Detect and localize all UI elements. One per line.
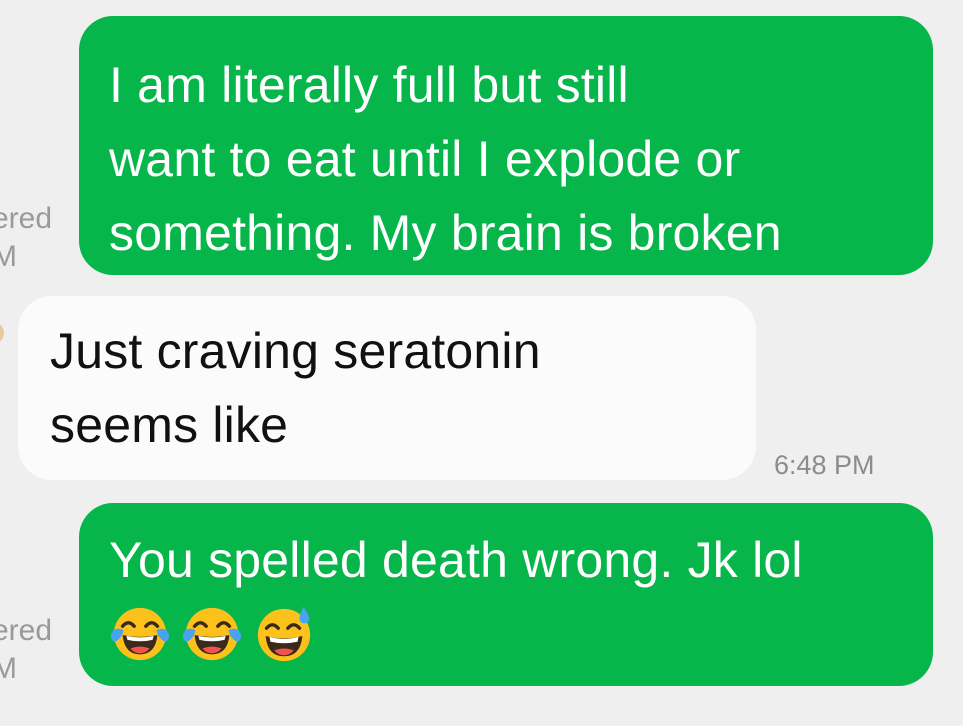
delivery-status-line1: ered: [0, 202, 53, 235]
delivery-status-line2: M: [0, 240, 17, 273]
sent-message-bubble[interactable]: You spelled death wrong. Jk lol: [79, 503, 933, 686]
message-text-line: something. My brain is broken: [109, 205, 782, 261]
delivery-status-line1: ered: [0, 614, 53, 647]
delivery-status: ered M: [0, 612, 60, 688]
face-with-tears-of-joy-emoji-icon: [110, 607, 170, 661]
emoji-row: [109, 597, 903, 671]
delivery-status-line2: M: [0, 652, 17, 685]
message-text-line: You spelled death wrong. Jk lol: [109, 532, 803, 588]
contact-avatar[interactable]: [0, 322, 4, 344]
grinning-face-with-sweat-emoji-icon: [257, 606, 311, 662]
message-text-line: seems like: [50, 397, 289, 453]
delivery-status: ered M: [0, 200, 60, 276]
sent-message-bubble[interactable]: I am literally full but still want to ea…: [79, 16, 933, 275]
message-text-line: want to eat until I explode or: [109, 131, 741, 187]
message-text-line: Just craving seratonin: [50, 323, 541, 379]
received-message-bubble[interactable]: Just craving seratonin seems like: [18, 296, 756, 480]
face-with-tears-of-joy-emoji-icon: [182, 607, 242, 661]
message-timestamp: 6:48 PM: [774, 450, 875, 480]
message-text-line: I am literally full but still: [109, 57, 629, 113]
